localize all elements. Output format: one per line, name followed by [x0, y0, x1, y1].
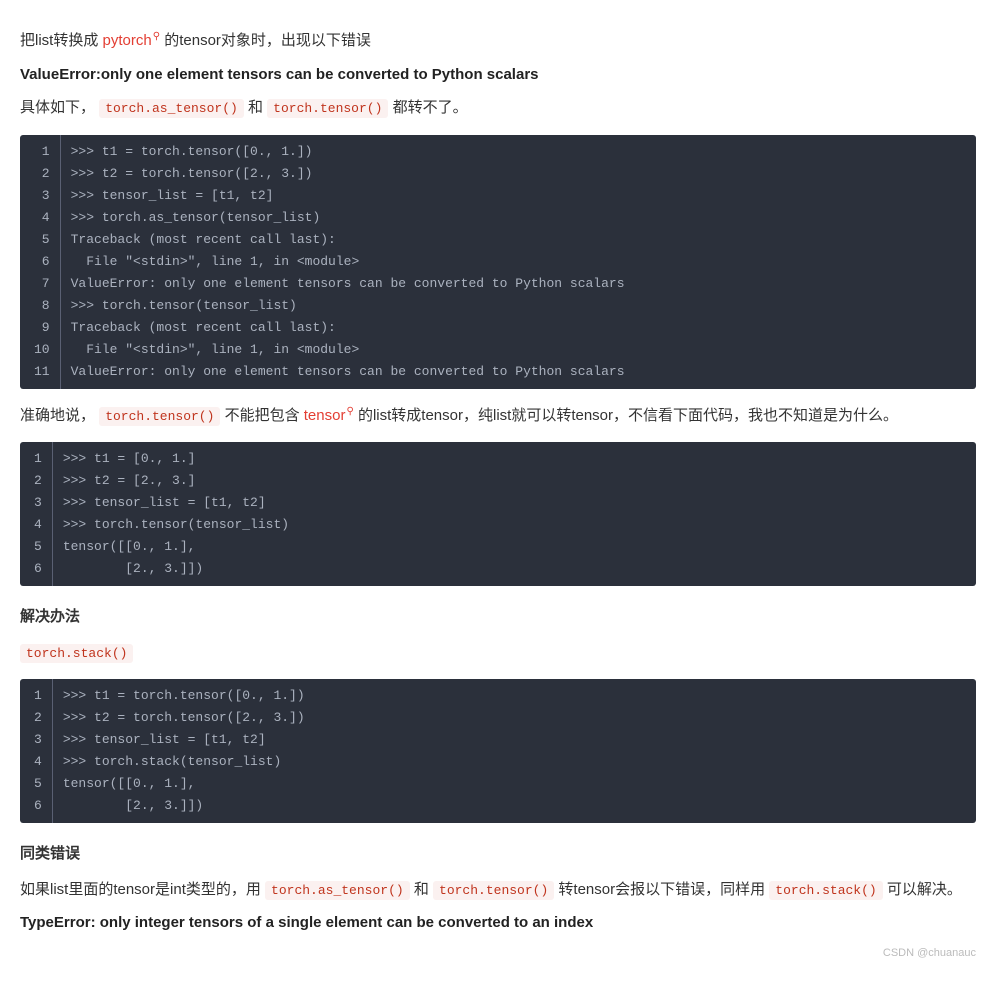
code-block-2: 123456 >>> t1 = [0., 1.]>>> t2 = [2., 3.… [20, 442, 976, 586]
paragraph-4: 如果list里面的tensor是int类型的，用 torch.as_tensor… [20, 877, 976, 903]
code-lines: >>> t1 = [0., 1.]>>> t2 = [2., 3.]>>> te… [52, 442, 976, 586]
solution-heading: 解决办法 [20, 604, 976, 630]
line-numbers: 1234567891011 [20, 135, 60, 389]
code-lines: >>> t1 = torch.tensor([0., 1.])>>> t2 = … [52, 679, 976, 823]
search-icon: ⚲ [346, 403, 353, 420]
watermark: CSDN @chuanauc [20, 944, 976, 963]
paragraph-2: 具体如下， torch.as_tensor() 和 torch.tensor()… [20, 95, 976, 121]
intro-paragraph: 把list转换成 pytorch⚲ 的tensor对象时，出现以下错误 [20, 28, 976, 54]
inline-code-tensor-2: torch.tensor() [99, 407, 220, 426]
code-lines: >>> t1 = torch.tensor([0., 1.])>>> t2 = … [60, 135, 976, 389]
intro-text-2: 的tensor对象时，出现以下错误 [164, 32, 371, 49]
error-message-2: TypeError: only integer tensors of a sin… [20, 910, 976, 936]
similar-errors-heading: 同类错误 [20, 841, 976, 867]
inline-code-as-tensor-2: torch.as_tensor() [265, 881, 410, 900]
inline-code-tensor: torch.tensor() [267, 99, 388, 118]
inline-code-tensor-3: torch.tensor() [433, 881, 554, 900]
search-icon: ⚲ [153, 28, 160, 45]
solution-code-paragraph: torch.stack() [20, 640, 976, 666]
paragraph-3: 准确地说， torch.tensor() 不能把包含 tensor⚲ 的list… [20, 403, 976, 429]
tensor-link[interactable]: tensor⚲ [304, 407, 354, 424]
inline-code-stack-2: torch.stack() [769, 881, 882, 900]
code-block-3: 123456 >>> t1 = torch.tensor([0., 1.])>>… [20, 679, 976, 823]
inline-code-stack: torch.stack() [20, 644, 133, 663]
intro-text-1: 把list转换成 [20, 32, 98, 49]
line-numbers: 123456 [20, 442, 52, 586]
inline-code-as-tensor: torch.as_tensor() [99, 99, 244, 118]
pytorch-link[interactable]: pytorch⚲ [103, 32, 161, 49]
error-message-1: ValueError:only one element tensors can … [20, 62, 976, 88]
line-numbers: 123456 [20, 679, 52, 823]
code-block-1: 1234567891011 >>> t1 = torch.tensor([0.,… [20, 135, 976, 389]
